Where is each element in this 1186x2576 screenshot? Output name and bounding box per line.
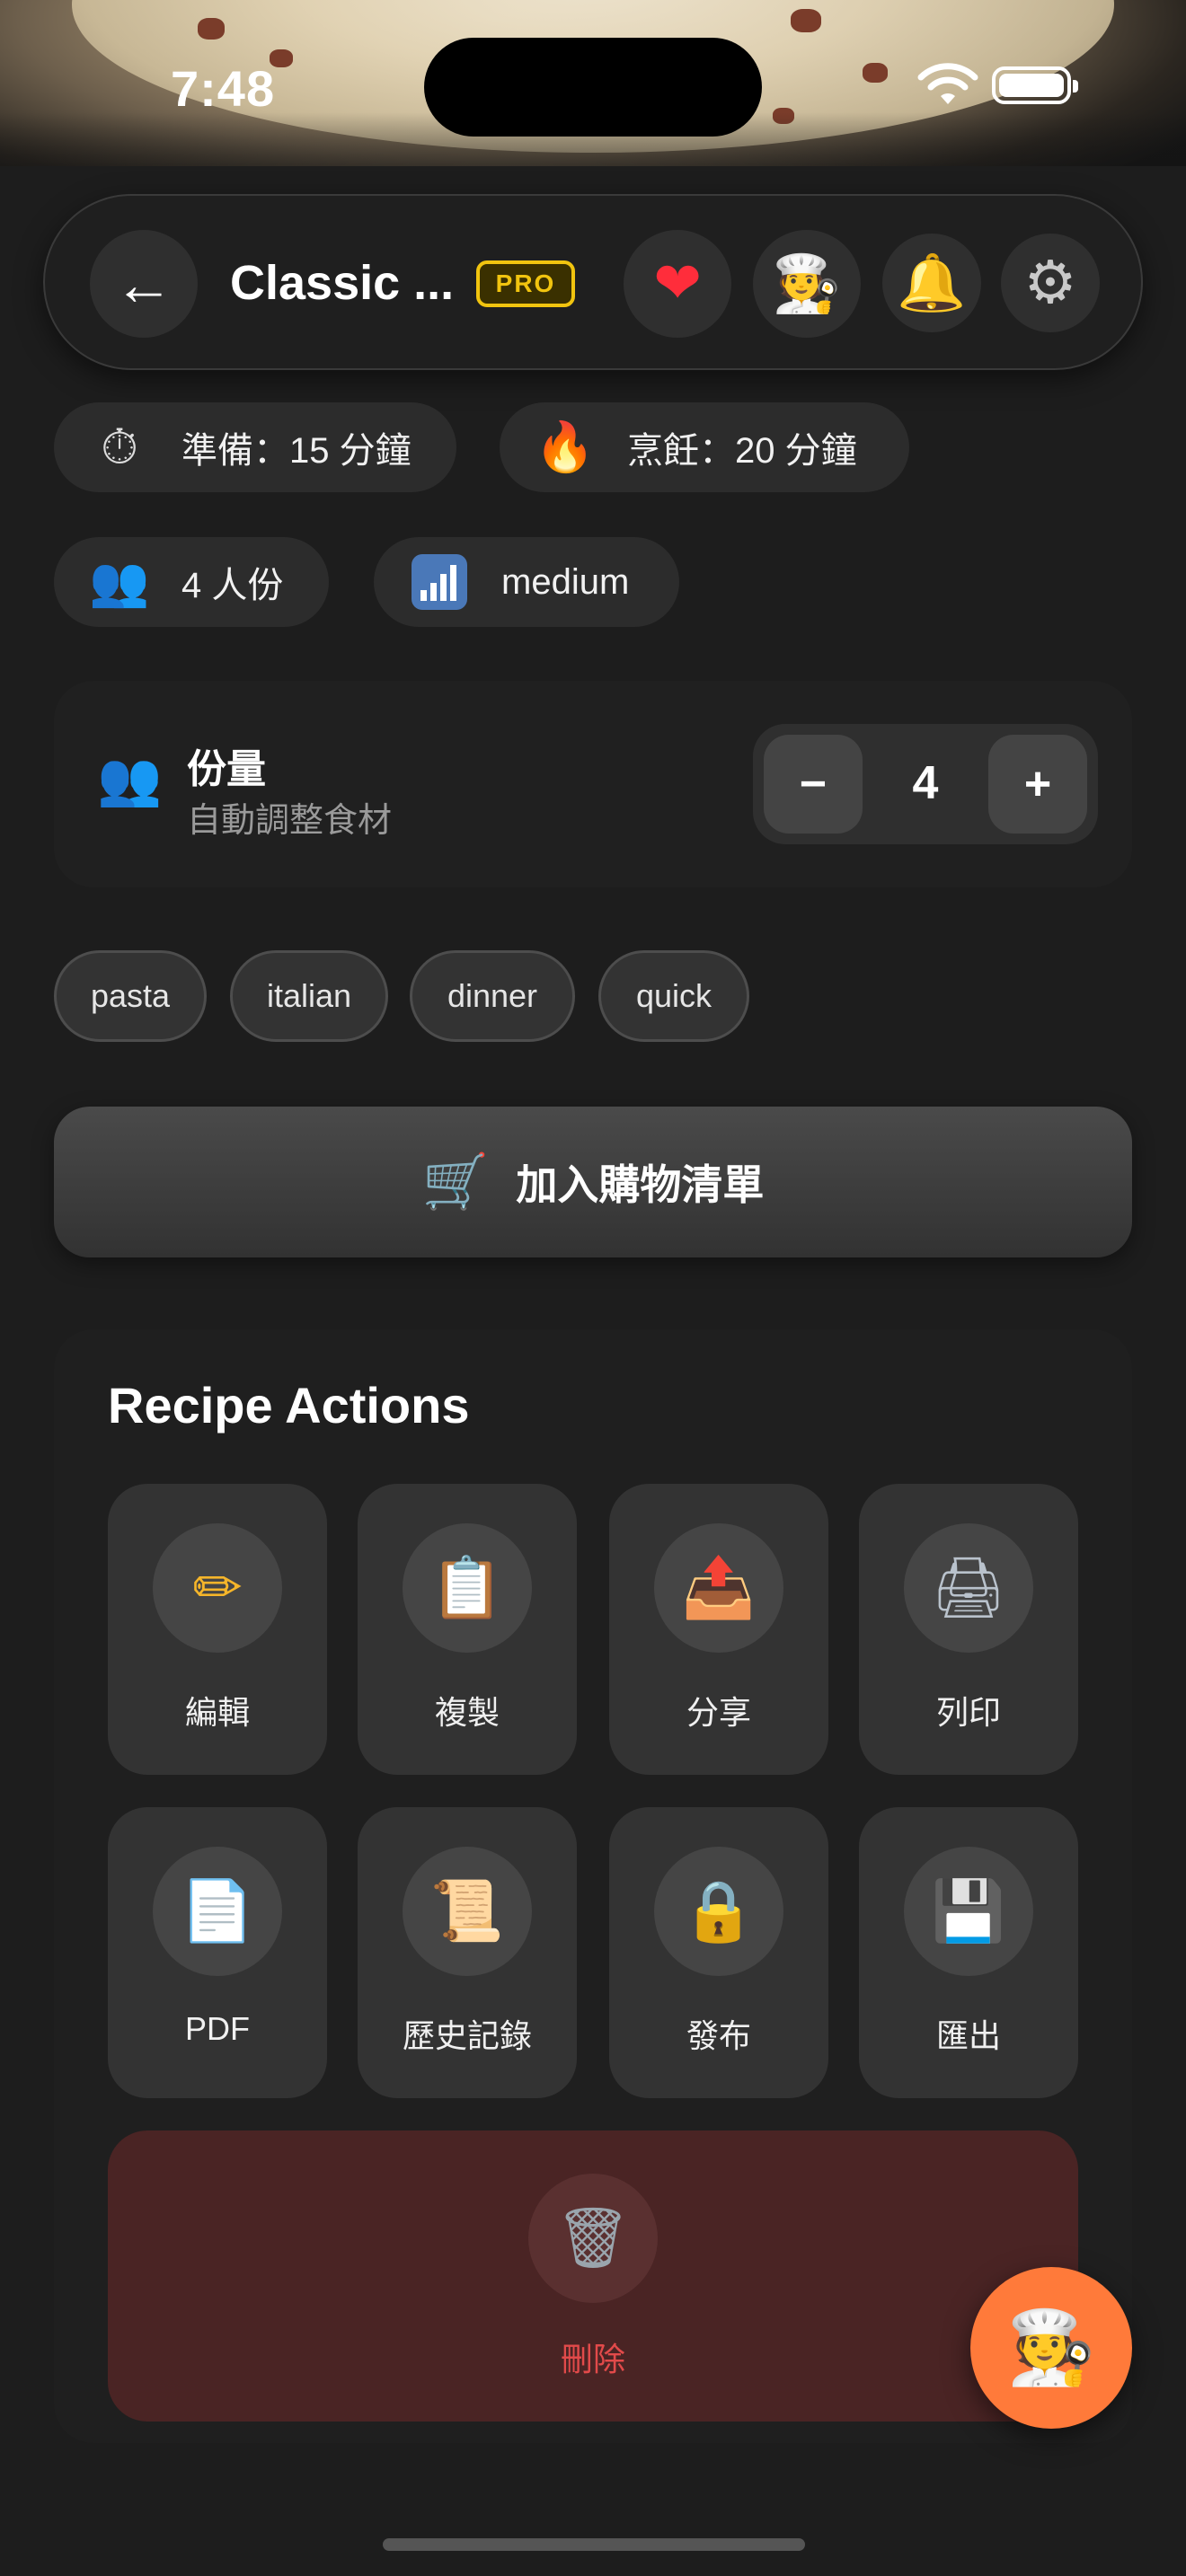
publish-action-label: 發布 (686, 2017, 751, 2054)
increase-servings-button[interactable]: + (988, 735, 1087, 834)
export-action-label: 匯出 (935, 2017, 1001, 2054)
back-button[interactable]: ← (90, 230, 198, 338)
floppy-disk-icon: 💾 (931, 1876, 1006, 1945)
fire-icon: 🔥 (535, 419, 596, 475)
chef-assistant-fab[interactable]: 🧑‍🍳 (970, 2267, 1132, 2429)
chef-icon: 🧑‍🍳 (772, 251, 842, 316)
difficulty-chip: medium (374, 537, 679, 627)
print-action-button[interactable]: 🖨 列印 (859, 1484, 1078, 1775)
publish-action-button[interactable]: 🔒 發布 (609, 1807, 828, 2098)
tag-quick[interactable]: quick (598, 950, 749, 1042)
share-action-label: 分享 (686, 1694, 751, 1731)
share-action-button[interactable]: 📤 分享 (609, 1484, 828, 1775)
tag-italian[interactable]: italian (230, 950, 388, 1042)
servings-value: 4 (912, 757, 939, 809)
servings-card: 👥 份量 自動調整食材 − 4 + (54, 681, 1132, 887)
export-action-button[interactable]: 💾 匯出 (859, 1807, 1078, 2098)
wifi-icon (917, 63, 978, 104)
add-to-shopping-list-button[interactable]: 🛒 加入購物清單 (54, 1107, 1132, 1257)
decrease-servings-button[interactable]: − (764, 735, 863, 834)
servings-chip: 👥 4 人份 (54, 537, 329, 627)
share-tray-icon: 📤 (681, 1553, 757, 1622)
servings-stepper: − 4 + (753, 724, 1098, 844)
difficulty-text: medium (501, 561, 630, 602)
recipe-title: Classic ... (230, 256, 455, 310)
home-indicator[interactable] (383, 2538, 805, 2551)
tag-pasta[interactable]: pasta (54, 950, 207, 1042)
delete-action-label: 刪除 (560, 2341, 625, 2378)
prep-time-chip: ⏱ 準備：15 分鐘 (54, 402, 456, 492)
gear-icon: ⚙ (1023, 248, 1077, 317)
notification-button[interactable]: 🔔 (882, 234, 981, 332)
chef-icon: 🧑‍🍳 (1006, 2306, 1096, 2389)
edit-action-button[interactable]: ✏ 編輯 (108, 1484, 327, 1775)
history-action-label: 歷史記錄 (402, 2017, 532, 2054)
history-action-button[interactable]: 📜 歷史記錄 (358, 1807, 577, 2098)
people-icon: 👥 (97, 748, 163, 809)
favorite-button[interactable]: ❤ (624, 230, 731, 338)
prep-time-text: 準備：15 分鐘 (181, 431, 412, 471)
heart-icon: ❤ (653, 251, 702, 317)
chef-button[interactable]: 🧑‍🍳 (753, 230, 861, 338)
people-icon: 👥 (89, 553, 150, 610)
scroll-icon: 📜 (429, 1876, 505, 1945)
printer-icon: 🖨 (931, 1553, 1006, 1622)
edit-action-label: 編輯 (184, 1694, 250, 1731)
pencil-icon: ✏ (192, 1553, 243, 1622)
servings-subtitle: 自動調整食材 (187, 802, 393, 840)
battery-icon (992, 66, 1078, 104)
shopping-button-label: 加入購物清單 (516, 1161, 765, 1208)
status-bar: 7:48 (0, 0, 1186, 166)
duplicate-action-label: 複製 (434, 1694, 500, 1731)
duplicate-action-button[interactable]: 📋 複製 (358, 1484, 577, 1775)
cook-time-chip: 🔥 烹飪：20 分鐘 (500, 402, 909, 492)
bell-icon: 🔔 (897, 250, 967, 315)
back-arrow-icon: ← (114, 251, 173, 317)
dynamic-island (424, 38, 762, 137)
pdf-action-button[interactable]: 📄 PDF (108, 1807, 327, 2098)
recipe-actions-title: Recipe Actions (108, 1377, 470, 1434)
clipboard-icon: 📋 (429, 1553, 505, 1622)
signal-bars-icon (412, 554, 467, 610)
pro-badge: PRO (476, 260, 575, 307)
servings-text: 4 人份 (181, 566, 284, 605)
servings-title: 份量 (187, 747, 266, 791)
tag-dinner[interactable]: dinner (410, 950, 575, 1042)
stopwatch-icon: ⏱ (100, 419, 139, 475)
pdf-action-label: PDF (185, 2010, 250, 2047)
delete-action-button[interactable]: 🗑 刪除 (108, 2130, 1078, 2422)
trash-icon: 🗑 (555, 2203, 631, 2272)
cook-time-text: 烹飪：20 分鐘 (627, 431, 857, 471)
print-action-label: 列印 (935, 1694, 1001, 1731)
document-icon: 📄 (180, 1876, 255, 1945)
shopping-cart-icon: 🛒 (421, 1151, 490, 1213)
settings-button[interactable]: ⚙ (1001, 234, 1100, 332)
recipe-header: ← Classic ... PRO ❤ 🧑‍🍳 🔔 ⚙ (43, 194, 1143, 370)
status-time: 7:48 (171, 60, 276, 117)
lock-icon: 🔒 (681, 1876, 757, 1945)
